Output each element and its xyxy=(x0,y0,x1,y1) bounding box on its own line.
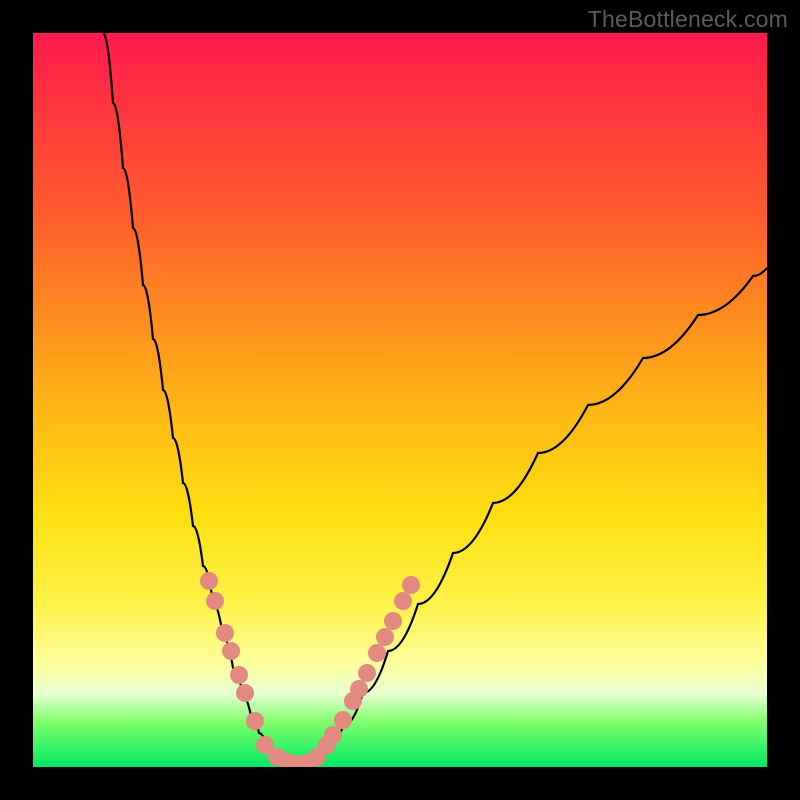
watermark-text: TheBottleneck.com xyxy=(588,6,788,33)
data-point-marker xyxy=(350,680,368,698)
data-point-marker xyxy=(334,711,352,729)
data-point-marker xyxy=(358,664,376,682)
data-point-marker xyxy=(216,624,234,642)
data-point-marker xyxy=(384,612,402,630)
data-point-marker xyxy=(324,726,342,744)
data-point-marker xyxy=(200,572,218,590)
data-point-marker xyxy=(376,628,394,646)
data-point-marker xyxy=(394,592,412,610)
plot-area xyxy=(33,33,767,767)
chart-svg xyxy=(33,33,767,767)
data-point-marker xyxy=(236,684,254,702)
data-point-marker xyxy=(206,592,224,610)
data-point-marker xyxy=(368,644,386,662)
chart-stage: TheBottleneck.com xyxy=(0,0,800,800)
data-point-marker xyxy=(402,576,420,594)
data-point-marker xyxy=(230,666,248,684)
bottleneck-curve xyxy=(103,33,767,766)
data-point-marker xyxy=(222,642,240,660)
data-point-marker xyxy=(246,712,264,730)
